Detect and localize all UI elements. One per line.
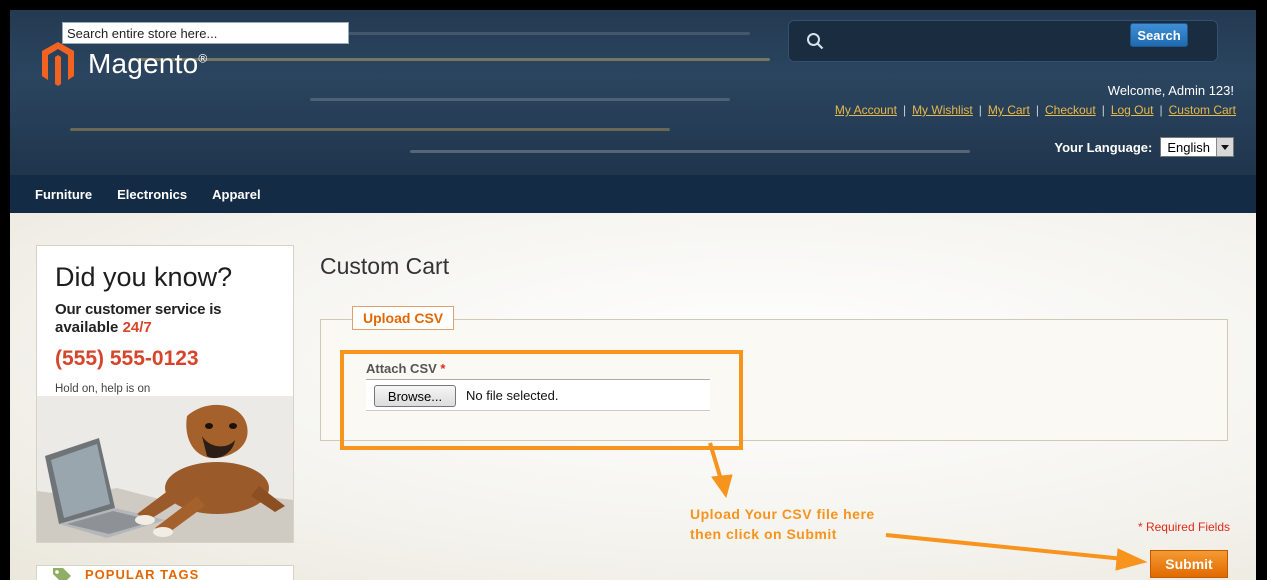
annotation-highlight-box (340, 350, 743, 450)
account-links: My Account | My Wishlist | My Cart | Checkout |… (835, 103, 1236, 117)
popular-tags-block: POPULAR TAGS (36, 565, 294, 580)
annotation-text-line1: Upload Your CSV file here (690, 506, 875, 522)
dog-laptop-illustration (37, 396, 293, 542)
header-streak (310, 98, 730, 101)
link-separator: | (1159, 103, 1163, 117)
custom-cart-link[interactable]: Custom Cart (1169, 103, 1236, 117)
search-icon (807, 33, 824, 50)
brand-mark: ® (198, 51, 208, 66)
language-select[interactable]: English (1160, 137, 1234, 157)
brand-name: Magento (88, 48, 199, 79)
required-fields-note: * Required Fields (1137, 520, 1230, 534)
language-label: Your Language: (1054, 139, 1153, 155)
my-wishlist-link[interactable]: My Wishlist (912, 103, 973, 117)
browser-page: Magento® Search Welcome, Admin 123! My A… (10, 10, 1256, 580)
upload-legend: Upload CSV (352, 306, 455, 330)
logo-text: Magento® (88, 48, 207, 80)
my-cart-link[interactable]: My Cart (988, 103, 1030, 117)
search-button[interactable]: Search (1130, 23, 1188, 47)
log-out-link[interactable]: Log Out (1111, 103, 1154, 117)
header-streak (70, 128, 670, 131)
promo-phone: (555) 555-0123 (55, 347, 199, 370)
page-title: Custom Cart (320, 253, 450, 279)
link-separator: | (1101, 103, 1105, 117)
promo-line2-text: available (55, 319, 119, 336)
submit-button[interactable]: Submit (1150, 550, 1228, 578)
tag-icon (53, 568, 71, 580)
promo-line2: available 24/7 (55, 319, 152, 336)
promo-line1: Our customer service is (55, 301, 222, 318)
magento-logo-icon (42, 42, 74, 86)
annotation-text-line2: then click on Submit (690, 526, 837, 542)
logo[interactable]: Magento® (40, 40, 207, 88)
welcome-message: Welcome, Admin 123! (1107, 83, 1234, 98)
link-separator: | (1035, 103, 1039, 117)
my-account-link[interactable]: My Account (835, 103, 897, 117)
language-value: English (1167, 139, 1210, 155)
chevron-down-icon (1216, 138, 1233, 156)
nav-item-apparel[interactable]: Apparel (212, 187, 260, 202)
main-nav: Furniture Electronics Apparel (10, 175, 1256, 213)
promo-title: Did you know? (55, 262, 233, 292)
promo-highlight: 24/7 (122, 319, 152, 336)
header-streak (130, 58, 770, 61)
site-header: Magento® Search Welcome, Admin 123! My A… (10, 10, 1256, 175)
search-input[interactable] (62, 22, 349, 44)
promo-banner[interactable]: Did you know? Our customer service is av… (36, 245, 294, 543)
header-streak (410, 150, 970, 153)
nav-item-furniture[interactable]: Furniture (35, 187, 92, 202)
language-switcher: Your Language: English (1054, 137, 1234, 157)
link-separator: | (902, 103, 907, 117)
popular-tags-title: POPULAR TAGS (85, 567, 200, 580)
checkout-link[interactable]: Checkout (1045, 103, 1096, 117)
nav-item-electronics[interactable]: Electronics (117, 187, 187, 202)
link-separator: | (978, 103, 982, 117)
main-content: Did you know? Our customer service is av… (10, 213, 1256, 580)
